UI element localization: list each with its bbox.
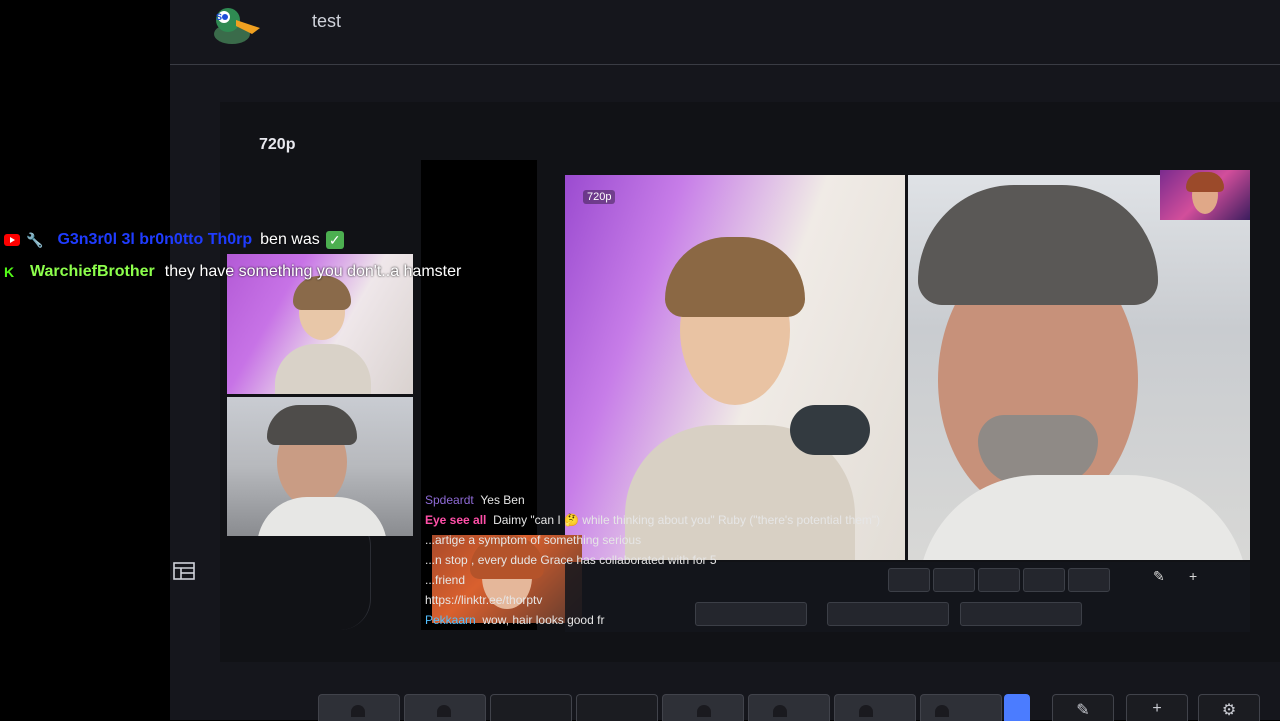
- layout-two-person-button[interactable]: [748, 694, 830, 721]
- settings-button[interactable]: ⚙: [1198, 694, 1260, 721]
- embedded-source-button: [960, 602, 1082, 626]
- layout-blank-button-2[interactable]: [576, 694, 658, 721]
- chat-username: WarchiefBrother: [30, 263, 155, 280]
- youtube-icon: [4, 234, 20, 246]
- kick-icon: K: [4, 264, 15, 280]
- camera-feed-man-small: [227, 397, 413, 536]
- layout-single-person-button[interactable]: [318, 694, 400, 721]
- svg-text:S: S: [216, 12, 222, 22]
- layout-person-screen-button[interactable]: [404, 694, 486, 721]
- layout-toolbar: ✎ + ⚙: [318, 694, 1280, 721]
- chat-message: K WarchiefBrother they have something yo…: [4, 256, 564, 288]
- camera-feed-man: [908, 175, 1250, 560]
- pencil-icon: ✎: [1153, 568, 1165, 584]
- embedded-layout-button: [933, 568, 975, 592]
- app-title: test: [312, 11, 342, 31]
- list-item: Spdeardt Yes Ben: [425, 493, 525, 507]
- layout-active-button[interactable]: [1004, 694, 1030, 721]
- list-item: Pekkaarn wow, hair looks good fr: [425, 613, 605, 627]
- list-item: ...friend: [425, 573, 466, 587]
- check-emoji-icon: ✓: [325, 231, 344, 249]
- edit-button[interactable]: ✎: [1052, 694, 1114, 721]
- list-item: ...artige a symptom of something serious: [425, 533, 642, 547]
- camera-resolution-tag: 720p: [583, 190, 616, 204]
- duck-logo-icon: S: [214, 8, 260, 44]
- embedded-layout-button: [1023, 568, 1065, 592]
- chat-overlay: 🔧 G3n3r0l 3l br0n0tto Th0rp ben was ✓ K …: [4, 224, 564, 288]
- embedded-layout-button: [1068, 568, 1110, 592]
- chat-username: G3n3r0l 3l br0n0tto Th0rp: [57, 231, 253, 248]
- chat-text: ben was: [260, 231, 320, 248]
- layout-toggle-icon[interactable]: [173, 562, 195, 580]
- left-margin: [0, 0, 170, 720]
- pencil-icon: ✎: [1076, 702, 1090, 719]
- gear-icon: ⚙: [1221, 702, 1237, 719]
- chat-message: 🔧 G3n3r0l 3l br0n0tto Th0rp ben was ✓: [4, 224, 564, 256]
- resolution-label: 720p: [259, 136, 296, 153]
- chat-text: they have something you don't..a hamster: [164, 263, 462, 280]
- wrench-icon: 🔧: [26, 231, 44, 248]
- stream-chat-feed: Spdeardt Yes Ben Eye see all Daimy "can …: [425, 490, 905, 630]
- layout-blank-button[interactable]: [490, 694, 572, 721]
- layout-two-person-screen-button[interactable]: [662, 694, 744, 721]
- list-item: ...n stop , every dude Grace has collabo…: [425, 553, 717, 567]
- list-item: https://linktr.ee/thorptv: [425, 593, 543, 607]
- list-item: Eye see all Daimy "can I 🤔 while thinkin…: [425, 513, 881, 527]
- plus-icon: +: [1152, 700, 1162, 717]
- add-button[interactable]: +: [1126, 694, 1188, 721]
- embedded-layout-button: [978, 568, 1020, 592]
- plus-icon: +: [1189, 568, 1198, 584]
- camera-feed-pip: [1160, 170, 1250, 220]
- layout-split-people-button[interactable]: [834, 694, 916, 721]
- top-bar: S test: [170, 0, 1280, 65]
- layout-group-button[interactable]: [920, 694, 1002, 721]
